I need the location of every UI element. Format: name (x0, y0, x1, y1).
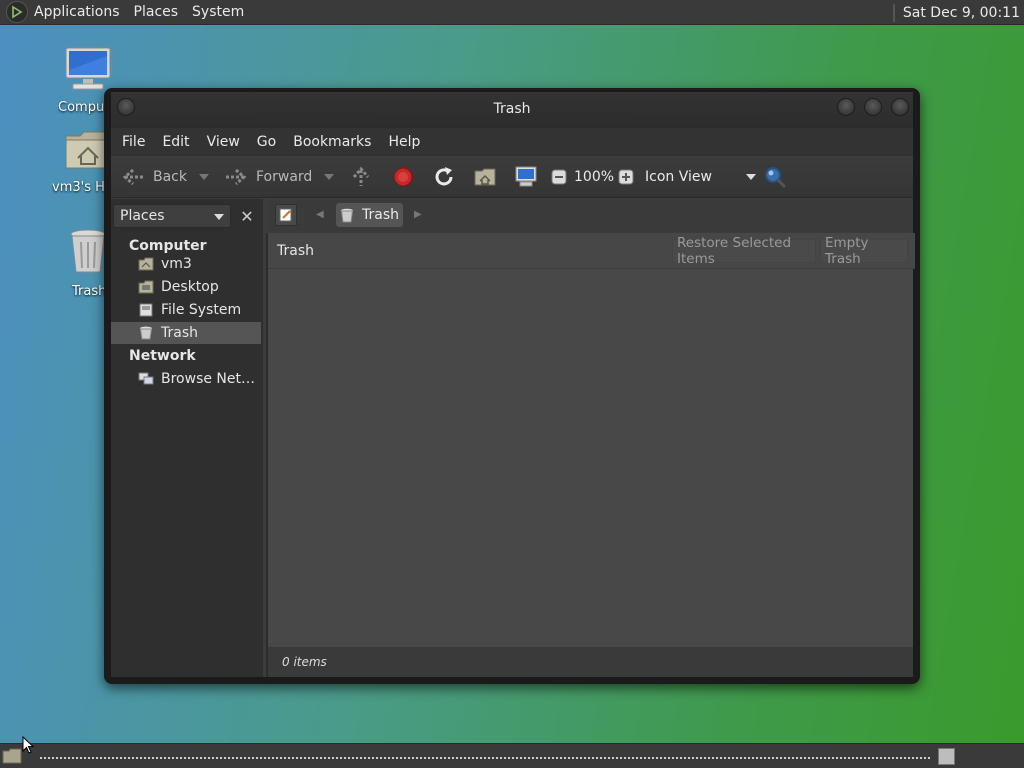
zoom-level[interactable]: 100% (574, 156, 614, 198)
toggle-location-entry-button[interactable] (275, 204, 297, 226)
sidebar-item-vm3[interactable]: vm3 (111, 253, 261, 275)
back-history-dropdown[interactable] (199, 156, 209, 198)
show-desktop-icon (2, 748, 22, 764)
home-button[interactable] (474, 156, 496, 198)
bottom-panel (0, 743, 1024, 768)
edit-icon (279, 208, 292, 222)
places-menu[interactable]: Places (134, 4, 179, 20)
breadcrumb-label: Trash (362, 207, 399, 223)
mouse-cursor-icon (22, 735, 35, 758)
clock[interactable]: Sat Dec 9, 00:11 (903, 5, 1024, 21)
reload-button[interactable] (433, 156, 455, 198)
sidebar-item-trash[interactable]: Trash (111, 322, 261, 344)
menu-bar: File Edit View Go Bookmarks Help (111, 128, 913, 156)
trash-icon (340, 208, 354, 222)
forward-history-dropdown[interactable] (324, 156, 334, 198)
zoom-in-button[interactable] (618, 156, 634, 198)
stop-button[interactable] (392, 156, 414, 198)
maximize-button[interactable] (864, 98, 882, 116)
search-icon (765, 167, 787, 189)
menu-file[interactable]: File (122, 134, 145, 150)
window-list[interactable] (40, 757, 932, 759)
sidebar-item-label: Desktop (161, 279, 219, 295)
zoom-level-label: 100% (574, 169, 615, 185)
up-button[interactable] (351, 156, 371, 198)
info-bar-title: Trash (277, 243, 314, 259)
sidebar-item-file-system[interactable]: File System (111, 299, 261, 321)
restore-selected-items-button[interactable]: Restore Selected Items (672, 235, 816, 267)
status-bar: 0 items (266, 647, 913, 677)
location-bar: ◀ Trash ▶ (268, 199, 913, 231)
zoom-in-icon (618, 169, 634, 185)
forward-label: Forward (256, 169, 313, 185)
sidebar-item-label: vm3 (161, 256, 192, 272)
title-bar[interactable]: Trash (111, 92, 913, 128)
computer-icon (515, 166, 537, 187)
window-title: Trash (493, 101, 531, 117)
minimize-button[interactable] (837, 98, 855, 116)
trash-info-bar: Trash Restore Selected Items Empty Trash (268, 233, 915, 269)
menu-logo-icon[interactable] (6, 1, 28, 23)
breadcrumb-trash[interactable]: Trash (336, 203, 403, 227)
forward-button[interactable]: Forward (224, 156, 312, 198)
panel-separator (892, 3, 895, 22)
view-mode-select[interactable]: Icon View (637, 156, 756, 198)
reload-icon (435, 167, 453, 186)
sidebar-places-list: vm3 Desktop File System Trash Network Br… (111, 199, 261, 677)
computer-button[interactable] (514, 156, 538, 198)
show-desktop-button[interactable] (2, 747, 22, 765)
forward-arrow-icon (226, 168, 247, 186)
zoom-out-icon (551, 169, 567, 185)
drive-icon (139, 303, 153, 317)
stop-icon (393, 167, 413, 187)
network-icon (138, 372, 154, 385)
top-panel: Applications Places System Sat Dec 9, 00… (0, 0, 1024, 25)
empty-trash-button[interactable]: Empty Trash (820, 235, 908, 267)
view-mode-dropdown-icon (745, 174, 756, 180)
menu-bookmarks[interactable]: Bookmarks (293, 134, 371, 150)
view-mode-label: Icon View (645, 169, 712, 185)
applications-menu[interactable]: Applications (34, 4, 120, 20)
item-count: 0 items (282, 655, 327, 669)
system-menu[interactable]: System (192, 4, 244, 20)
sidebar-group-network: Network (129, 348, 196, 364)
menu-go[interactable]: Go (257, 134, 276, 150)
sidebar-item-browse-network[interactable]: Browse Net… (111, 368, 261, 390)
home-folder-icon (474, 168, 496, 186)
search-button[interactable] (763, 156, 787, 198)
trash-icon (139, 326, 153, 340)
sidebar-item-desktop[interactable]: Desktop (111, 276, 261, 298)
home-folder-icon (138, 257, 154, 271)
sidebar-item-label: Browse Net… (161, 371, 256, 387)
desktop-folder-icon (138, 280, 154, 294)
back-arrow-icon (122, 168, 143, 186)
menu-help[interactable]: Help (388, 134, 420, 150)
menu-view[interactable]: View (207, 134, 240, 150)
zoom-out-button[interactable] (551, 156, 567, 198)
up-arrow-icon (352, 166, 370, 186)
toolbar: Back Forward 100% Icon View (111, 156, 913, 198)
breadcrumb-left-arrow[interactable]: ◀ (316, 209, 324, 220)
file-view[interactable]: Trash Restore Selected Items Empty Trash (266, 233, 915, 647)
close-button[interactable] (891, 98, 909, 116)
sidebar-item-label: Trash (161, 325, 198, 341)
sidebar-item-label: File System (161, 302, 242, 318)
workspace-switcher[interactable] (938, 748, 955, 765)
menu-edit[interactable]: Edit (162, 134, 189, 150)
back-label: Back (153, 169, 187, 185)
back-button[interactable]: Back (121, 156, 187, 198)
breadcrumb-right-arrow[interactable]: ▶ (414, 209, 422, 220)
